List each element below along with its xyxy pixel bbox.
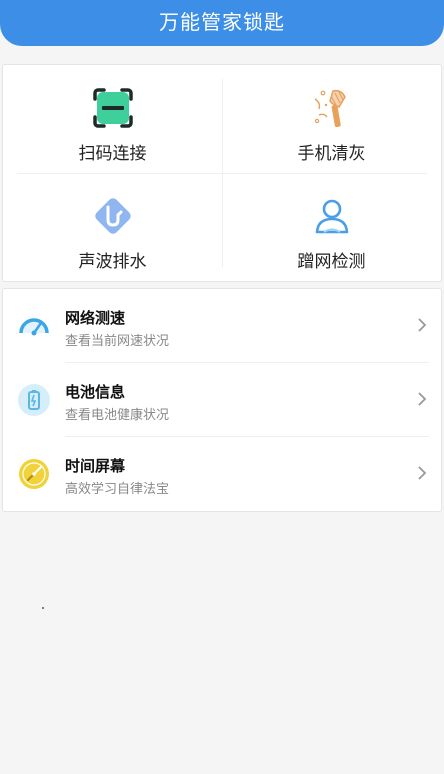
tile-label: 蹭网检测 (297, 252, 366, 272)
list-item-subtitle: 查看当前网速状况 (65, 334, 170, 349)
list-item-title: 电池信息 (65, 383, 126, 401)
speedometer-icon (17, 309, 51, 343)
user-detect-icon (309, 193, 355, 239)
list-item-subtitle: 高效学习自律法宝 (65, 482, 170, 497)
tile-scan-connect[interactable]: 扫码连接 (3, 65, 222, 173)
tile-wifi-leech-detect[interactable]: 蹭网检测 (222, 173, 441, 281)
compass-icon (17, 457, 51, 491)
stray-dot (42, 607, 44, 609)
chevron-right-icon (415, 390, 429, 408)
list-item-speed-test[interactable]: 网络测速 查看当前网速状况 (3, 289, 441, 363)
list-item-subtitle: 查看电池健康状况 (65, 408, 170, 423)
tile-label: 扫码连接 (78, 144, 147, 164)
tool-grid: 扫码连接 手机清灰 声波排水 蹭网检测 (2, 64, 442, 282)
tile-label: 声波排水 (78, 252, 147, 272)
tile-label: 手机清灰 (297, 144, 366, 164)
app-screen: 万能管家锁匙 扫码连接 手机清灰 声波排水 蹭网检测 网络测速 查看当前网速状况… (0, 0, 444, 774)
qr-scan-icon (90, 85, 136, 131)
feature-list: 网络测速 查看当前网速状况 电池信息 查看电池健康状况 时间屏幕 高效学习自律法… (2, 288, 442, 512)
app-header: 万能管家锁匙 (0, 0, 444, 46)
tile-phone-clean[interactable]: 手机清灰 (222, 65, 441, 173)
chevron-right-icon (415, 316, 429, 334)
page-title: 万能管家锁匙 (159, 10, 285, 34)
brush-clean-icon (309, 85, 355, 131)
sound-wave-drain-icon (90, 193, 136, 239)
chevron-right-icon (415, 464, 429, 482)
list-item-title: 网络测速 (65, 309, 126, 327)
list-item-title: 时间屏幕 (65, 457, 126, 475)
tile-sound-drain[interactable]: 声波排水 (3, 173, 222, 281)
battery-icon (17, 383, 51, 417)
list-item-battery-info[interactable]: 电池信息 查看电池健康状况 (3, 363, 441, 437)
list-item-screen-time[interactable]: 时间屏幕 高效学习自律法宝 (3, 437, 441, 511)
